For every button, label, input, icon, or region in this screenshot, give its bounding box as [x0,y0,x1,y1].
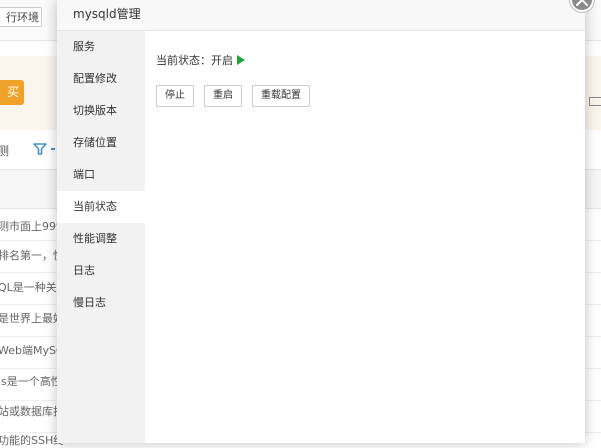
filter-dash [51,148,55,150]
buy-button[interactable]: 买 [0,80,24,105]
status-label: 当前状态：开启 [156,54,233,67]
table-row-text: 功能的SSH终 [0,434,65,447]
mysqld-modal: mysqld管理 服务 配置修改 切换版本 存储位置 端口 当前状态 性能调整 … [57,0,585,443]
mail-icon [589,97,601,106]
menu-item-switch-version[interactable]: 切换版本 [57,95,145,127]
close-icon [576,0,588,6]
menu-item-slow-log[interactable]: 慢日志 [57,287,145,319]
table-row-text: Web端MySQ [0,344,65,357]
modal-body: 服务 配置修改 切换版本 存储位置 端口 当前状态 性能调整 日志 慢日志 当前… [57,31,585,443]
table-row-text: is是一个高性 [0,375,62,388]
restart-button[interactable]: 重启 [204,85,242,107]
status-line: 当前状态：开启 [156,52,245,68]
table-row-text: 是世界上最好 [0,312,64,325]
menu-item-config[interactable]: 配置修改 [57,63,145,95]
status-panel: 当前状态：开启 停止 重启 重载配置 [145,31,585,443]
table-row-text: 站或数据库打 [0,405,64,418]
service-actions: 停止 重启 重载配置 [156,85,320,107]
modal-sidebar: 服务 配置修改 切换版本 存储位置 端口 当前状态 性能调整 日志 慢日志 [57,31,145,443]
menu-item-performance[interactable]: 性能调整 [57,223,145,255]
table-row-text: 排名第一，快 [0,249,64,262]
filter-icon[interactable] [33,143,47,155]
menu-item-port[interactable]: 端口 [57,159,145,191]
reload-config-button[interactable]: 重载配置 [252,85,310,107]
env-button[interactable]: 行环境 [0,7,42,27]
background-tab-label[interactable]: 测 [0,142,9,159]
play-icon [237,55,245,65]
menu-item-current-status[interactable]: 当前状态 [57,191,145,223]
menu-item-storage-location[interactable]: 存储位置 [57,127,145,159]
modal-title: mysqld管理 [57,0,585,31]
menu-item-log[interactable]: 日志 [57,255,145,287]
menu-item-service[interactable]: 服务 [57,31,145,63]
stop-button[interactable]: 停止 [156,85,194,107]
